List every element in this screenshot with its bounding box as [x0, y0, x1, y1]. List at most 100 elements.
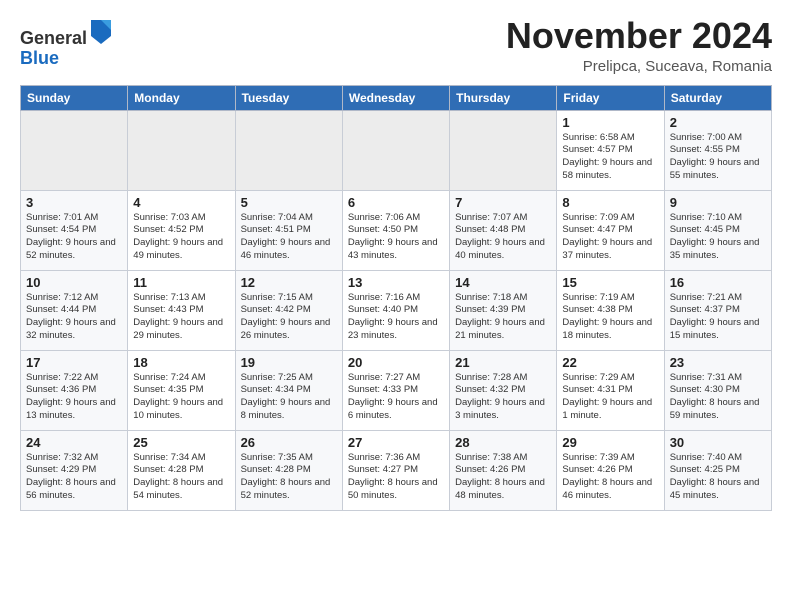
title-block: November 2024 Prelipca, Suceava, Romania — [506, 16, 772, 75]
day-info: Sunrise: 6:58 AMSunset: 4:57 PMDaylight:… — [562, 132, 658, 183]
day-info: Sunrise: 7:06 AMSunset: 4:50 PMDaylight:… — [348, 212, 444, 263]
day-number: 26 — [241, 435, 337, 450]
location: Prelipca, Suceava, Romania — [506, 58, 772, 75]
day-number: 7 — [455, 195, 551, 210]
calendar-cell: 13 Sunrise: 7:16 AMSunset: 4:40 PMDayligh… — [342, 270, 449, 350]
day-info: Sunrise: 7:21 AMSunset: 4:37 PMDaylight:… — [670, 292, 766, 343]
day-info: Sunrise: 7:15 AMSunset: 4:42 PMDaylight:… — [241, 292, 337, 343]
weekday-header-tuesday: Tuesday — [235, 85, 342, 110]
calendar-cell: 8 Sunrise: 7:09 AMSunset: 4:47 PMDaylight… — [557, 190, 664, 270]
day-number: 18 — [133, 355, 229, 370]
calendar-cell — [128, 110, 235, 190]
calendar-cell: 15 Sunrise: 7:19 AMSunset: 4:38 PMDayligh… — [557, 270, 664, 350]
calendar-cell: 7 Sunrise: 7:07 AMSunset: 4:48 PMDaylight… — [450, 190, 557, 270]
calendar-cell: 6Sunrise: 7:06 AMSunset: 4:50 PMDaylight… — [342, 190, 449, 270]
day-info: Sunrise: 7:00 AMSunset: 4:55 PMDaylight:… — [670, 132, 766, 183]
day-number: 30 — [670, 435, 766, 450]
calendar-cell: 23Sunrise: 7:31 AMSunset: 4:30 PMDayligh… — [664, 350, 771, 430]
day-info: Sunrise: 7:07 AMSunset: 4:48 PMDaylight:… — [455, 212, 551, 263]
calendar-cell: 27 Sunrise: 7:36 AMSunset: 4:27 PMDayligh… — [342, 430, 449, 510]
day-info: Sunrise: 7:38 AMSunset: 4:26 PMDaylight:… — [455, 452, 551, 503]
day-info: Sunrise: 7:31 AMSunset: 4:30 PMDaylight:… — [670, 372, 766, 423]
day-number: 2 — [670, 115, 766, 130]
calendar-cell: 14 Sunrise: 7:18 AMSunset: 4:39 PMDayligh… — [450, 270, 557, 350]
weekday-header-sunday: Sunday — [21, 85, 128, 110]
logo-general-text: General — [20, 28, 87, 48]
day-info: Sunrise: 7:22 AMSunset: 4:36 PMDaylight:… — [26, 372, 122, 423]
calendar-table: SundayMondayTuesdayWednesdayThursdayFrid… — [20, 85, 772, 511]
calendar-cell: 9 Sunrise: 7:10 AMSunset: 4:45 PMDaylight… — [664, 190, 771, 270]
day-number: 8 — [562, 195, 658, 210]
month-title: November 2024 — [506, 16, 772, 56]
weekday-header-friday: Friday — [557, 85, 664, 110]
day-info: Sunrise: 7:27 AMSunset: 4:33 PMDaylight:… — [348, 372, 444, 423]
weekday-header-thursday: Thursday — [450, 85, 557, 110]
calendar-cell: 10 Sunrise: 7:12 AMSunset: 4:44 PMDayligh… — [21, 270, 128, 350]
calendar-cell — [342, 110, 449, 190]
logo-blue-text: Blue — [20, 48, 59, 68]
weekday-header-wednesday: Wednesday — [342, 85, 449, 110]
day-info: Sunrise: 7:18 AMSunset: 4:39 PMDaylight:… — [455, 292, 551, 343]
calendar-cell: 12 Sunrise: 7:15 AMSunset: 4:42 PMDayligh… — [235, 270, 342, 350]
calendar-cell: 19Sunrise: 7:25 AMSunset: 4:34 PMDayligh… — [235, 350, 342, 430]
calendar-cell: 18 Sunrise: 7:24 AMSunset: 4:35 PMDayligh… — [128, 350, 235, 430]
day-info: Sunrise: 7:25 AMSunset: 4:34 PMDaylight:… — [241, 372, 337, 423]
day-info: Sunrise: 7:19 AMSunset: 4:38 PMDaylight:… — [562, 292, 658, 343]
calendar-cell: 24Sunrise: 7:32 AMSunset: 4:29 PMDayligh… — [21, 430, 128, 510]
calendar-cell: 11Sunrise: 7:13 AMSunset: 4:43 PMDayligh… — [128, 270, 235, 350]
calendar-cell: 4Sunrise: 7:03 AMSunset: 4:52 PMDaylight… — [128, 190, 235, 270]
day-number: 15 — [562, 275, 658, 290]
day-number: 10 — [26, 275, 122, 290]
calendar-cell — [21, 110, 128, 190]
day-number: 25 — [133, 435, 229, 450]
day-number: 22 — [562, 355, 658, 370]
calendar-cell: 29 Sunrise: 7:39 AMSunset: 4:26 PMDayligh… — [557, 430, 664, 510]
weekday-header-saturday: Saturday — [664, 85, 771, 110]
day-number: 13 — [348, 275, 444, 290]
day-number: 3 — [26, 195, 122, 210]
calendar-cell: 21 Sunrise: 7:28 AMSunset: 4:32 PMDayligh… — [450, 350, 557, 430]
day-info: Sunrise: 7:10 AMSunset: 4:45 PMDaylight:… — [670, 212, 766, 263]
logo: General Blue — [20, 16, 113, 69]
day-info: Sunrise: 7:12 AMSunset: 4:44 PMDaylight:… — [26, 292, 122, 343]
day-info: Sunrise: 7:40 AMSunset: 4:25 PMDaylight:… — [670, 452, 766, 503]
day-info: Sunrise: 7:34 AMSunset: 4:28 PMDaylight:… — [133, 452, 229, 503]
calendar-cell: 22 Sunrise: 7:29 AMSunset: 4:31 PMDayligh… — [557, 350, 664, 430]
calendar-cell: 25 Sunrise: 7:34 AMSunset: 4:28 PMDayligh… — [128, 430, 235, 510]
day-number: 29 — [562, 435, 658, 450]
day-number: 12 — [241, 275, 337, 290]
day-info: Sunrise: 7:29 AMSunset: 4:31 PMDaylight:… — [562, 372, 658, 423]
day-info: Sunrise: 7:01 AMSunset: 4:54 PMDaylight:… — [26, 212, 122, 263]
calendar-cell: 17 Sunrise: 7:22 AMSunset: 4:36 PMDayligh… — [21, 350, 128, 430]
calendar-cell: 3 Sunrise: 7:01 AMSunset: 4:54 PMDaylight… — [21, 190, 128, 270]
calendar-cell: 30 Sunrise: 7:40 AMSunset: 4:25 PMDayligh… — [664, 430, 771, 510]
day-number: 1 — [562, 115, 658, 130]
day-info: Sunrise: 7:04 AMSunset: 4:51 PMDaylight:… — [241, 212, 337, 263]
day-number: 20 — [348, 355, 444, 370]
calendar-cell — [450, 110, 557, 190]
day-number: 17 — [26, 355, 122, 370]
day-info: Sunrise: 7:36 AMSunset: 4:27 PMDaylight:… — [348, 452, 444, 503]
day-info: Sunrise: 7:35 AMSunset: 4:28 PMDaylight:… — [241, 452, 337, 503]
header: General Blue November 2024 Prelipca, Suc… — [20, 16, 772, 75]
day-number: 16 — [670, 275, 766, 290]
calendar-cell: 28 Sunrise: 7:38 AMSunset: 4:26 PMDayligh… — [450, 430, 557, 510]
day-info: Sunrise: 7:24 AMSunset: 4:35 PMDaylight:… — [133, 372, 229, 423]
day-info: Sunrise: 7:03 AMSunset: 4:52 PMDaylight:… — [133, 212, 229, 263]
day-number: 21 — [455, 355, 551, 370]
day-number: 5 — [241, 195, 337, 210]
calendar-page: General Blue November 2024 Prelipca, Suc… — [0, 0, 792, 612]
day-info: Sunrise: 7:28 AMSunset: 4:32 PMDaylight:… — [455, 372, 551, 423]
day-number: 14 — [455, 275, 551, 290]
calendar-cell: 5 Sunrise: 7:04 AMSunset: 4:51 PMDaylight… — [235, 190, 342, 270]
day-number: 11 — [133, 275, 229, 290]
day-info: Sunrise: 7:32 AMSunset: 4:29 PMDaylight:… — [26, 452, 122, 503]
day-info: Sunrise: 7:16 AMSunset: 4:40 PMDaylight:… — [348, 292, 444, 343]
calendar-cell — [235, 110, 342, 190]
day-info: Sunrise: 7:09 AMSunset: 4:47 PMDaylight:… — [562, 212, 658, 263]
day-info: Sunrise: 7:39 AMSunset: 4:26 PMDaylight:… — [562, 452, 658, 503]
day-number: 27 — [348, 435, 444, 450]
calendar-cell: 20 Sunrise: 7:27 AMSunset: 4:33 PMDayligh… — [342, 350, 449, 430]
day-number: 28 — [455, 435, 551, 450]
day-number: 9 — [670, 195, 766, 210]
